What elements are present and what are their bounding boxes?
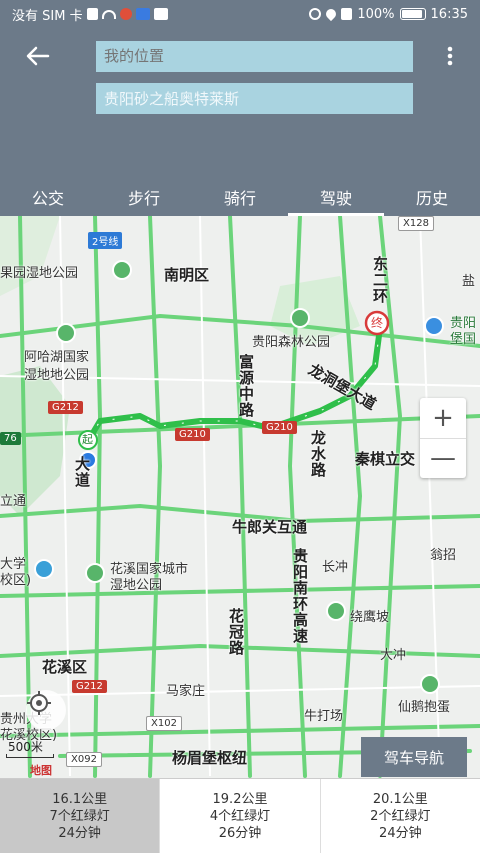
zoom-in-button[interactable]: + bbox=[420, 398, 466, 438]
map-label-xian: 仙鹅抱蛋 bbox=[398, 700, 451, 715]
weibo-icon bbox=[119, 8, 132, 20]
route-option-3[interactable]: 20.1公里 2个红绿灯 24分钟 bbox=[321, 779, 480, 853]
tab-history[interactable]: 历史 bbox=[384, 178, 480, 216]
map-label-majiazhuang: 马家庄 bbox=[166, 684, 206, 699]
route-option-2[interactable]: 19.2公里 4个红绿灯 26分钟 bbox=[160, 779, 321, 853]
map-logo: 地图 bbox=[30, 764, 52, 777]
scale-label: 500米 bbox=[8, 740, 43, 754]
route-options: 16.1公里 7个红绿灯 24分钟 19.2公里 4个红绿灯 26分钟 20.1… bbox=[0, 778, 480, 853]
mode-tabs: 公交 步行 骑行 驾驶 历史 bbox=[0, 178, 480, 216]
park-icon bbox=[420, 674, 440, 694]
map-label-dachong: 大冲 bbox=[380, 648, 407, 663]
road-shield-x092: X092 bbox=[66, 752, 102, 767]
map-view[interactable]: 起 终 2号线 G212 G210 G210 G212 X128 X102 X0… bbox=[0, 216, 480, 778]
map-label-longshui: 龙水路 bbox=[309, 430, 327, 478]
route-distance: 16.1公里 bbox=[52, 791, 108, 807]
battery-percent: 100% bbox=[357, 6, 395, 22]
crosshair-icon bbox=[27, 691, 51, 715]
more-options-button[interactable] bbox=[438, 40, 462, 72]
map-label-qinqi: 秦棋立交 bbox=[355, 450, 416, 468]
route-distance: 19.2公里 bbox=[212, 791, 268, 807]
map-label-aha2: 湿地地公园 bbox=[24, 368, 90, 383]
map-label-huaxi-park2: 湿地公园 bbox=[110, 578, 163, 593]
route-duration: 26分钟 bbox=[218, 825, 262, 841]
route-lights: 2个红绿灯 bbox=[370, 808, 431, 824]
send-icon bbox=[153, 8, 168, 20]
school-icon bbox=[34, 559, 54, 579]
route-duration: 24分钟 bbox=[379, 825, 422, 841]
road-shield-line2: 2号线 bbox=[88, 232, 123, 249]
map-label-wengzhao: 翁招 bbox=[430, 548, 457, 563]
end-marker[interactable]: 终 bbox=[371, 314, 383, 331]
tab-walk[interactable]: 步行 bbox=[96, 178, 192, 216]
status-bar: 没有 SIM 卡 100% 16:35 bbox=[0, 0, 480, 28]
road-shield-76: 76 bbox=[0, 432, 21, 445]
map-label-changchong: 长冲 bbox=[322, 560, 349, 575]
carrier-text: 没有 SIM 卡 bbox=[12, 8, 83, 24]
map-label-niulangguan: 牛郎关互通 bbox=[232, 518, 308, 536]
park-icon bbox=[290, 308, 310, 328]
back-button[interactable] bbox=[20, 40, 56, 72]
map-label-nanming: 南明区 bbox=[164, 266, 210, 284]
map-label-niudachang: 牛打场 bbox=[304, 709, 344, 724]
tab-bike[interactable]: 骑行 bbox=[192, 178, 288, 216]
park-icon bbox=[56, 323, 76, 343]
map-label-yangmei: 杨眉堡枢纽 bbox=[172, 749, 248, 767]
route-lights: 4个红绿灯 bbox=[209, 808, 271, 824]
route-distance: 20.1公里 bbox=[372, 791, 428, 807]
map-roads bbox=[0, 216, 480, 778]
route-lights: 7个红绿灯 bbox=[49, 808, 110, 824]
clock: 16:35 bbox=[430, 6, 468, 22]
map-label-fuyuan: 富源中路 bbox=[237, 354, 255, 418]
zoom-out-button[interactable]: — bbox=[420, 437, 466, 479]
road-shield-x128: X128 bbox=[398, 216, 434, 231]
map-label-raoying: 绕鹰坡 bbox=[350, 610, 390, 625]
road-shield-g210-b: G210 bbox=[262, 421, 297, 434]
map-label-yan: 盐 bbox=[462, 274, 476, 289]
park-icon bbox=[112, 260, 132, 280]
road-shield-g212-b: G212 bbox=[72, 680, 107, 693]
route-duration: 24分钟 bbox=[58, 825, 101, 841]
road-shield-g212-a: G212 bbox=[48, 401, 83, 414]
map-label-litong: 立通 bbox=[0, 494, 27, 509]
start-navigation-button[interactable]: 驾车导航 bbox=[361, 737, 467, 777]
start-marker[interactable]: 起 bbox=[82, 431, 93, 447]
battery-icon bbox=[399, 8, 426, 20]
tab-drive[interactable]: 驾驶 bbox=[288, 178, 384, 216]
destination-input[interactable]: 贵阳砂之船奥特莱斯 bbox=[96, 83, 413, 114]
map-label-huaxi-district: 花溪区 bbox=[42, 658, 88, 676]
park-icon bbox=[326, 601, 346, 621]
map-label-dadao: 大道 bbox=[73, 456, 91, 488]
wifi-icon bbox=[101, 9, 116, 19]
alarm-icon bbox=[309, 8, 322, 20]
route-header: 贵阳砂之船奥特莱斯 公交 步行 骑行 驾驶 历史 bbox=[0, 28, 480, 216]
map-label-dongerhuan: 东二环 bbox=[371, 256, 389, 304]
route-option-1[interactable]: 16.1公里 7个红绿灯 24分钟 bbox=[0, 779, 161, 853]
notification-icon bbox=[86, 8, 98, 20]
arrow-left-icon bbox=[26, 46, 50, 66]
map-label-huaguan: 花冠路 bbox=[227, 608, 245, 656]
scale-bar bbox=[6, 754, 54, 758]
map-label-guoyuan: 果园湿地公园 bbox=[0, 266, 79, 281]
map-label-daxue2: 校区) bbox=[0, 573, 32, 588]
location-icon bbox=[324, 6, 339, 22]
mute-icon bbox=[341, 8, 353, 20]
road-shield-x102: X102 bbox=[146, 716, 182, 731]
tab-transit[interactable]: 公交 bbox=[0, 178, 96, 216]
zoom-controls: + — bbox=[420, 398, 466, 478]
locate-me-button[interactable] bbox=[26, 690, 66, 730]
road-shield-g210-a: G210 bbox=[175, 428, 210, 441]
airport-icon bbox=[424, 316, 444, 336]
map-label-nanhuan: 贵阳南环高速 bbox=[291, 548, 309, 644]
more-vertical-icon bbox=[447, 46, 453, 66]
cloud-icon bbox=[135, 8, 150, 20]
park-icon bbox=[85, 563, 105, 583]
map-label-aha: 阿哈湖国家 bbox=[24, 350, 90, 365]
start-location-input[interactable] bbox=[96, 41, 413, 72]
map-label-airport2: 堡国 bbox=[450, 332, 477, 347]
map-label-senlin: 贵阳森林公园 bbox=[252, 335, 331, 350]
